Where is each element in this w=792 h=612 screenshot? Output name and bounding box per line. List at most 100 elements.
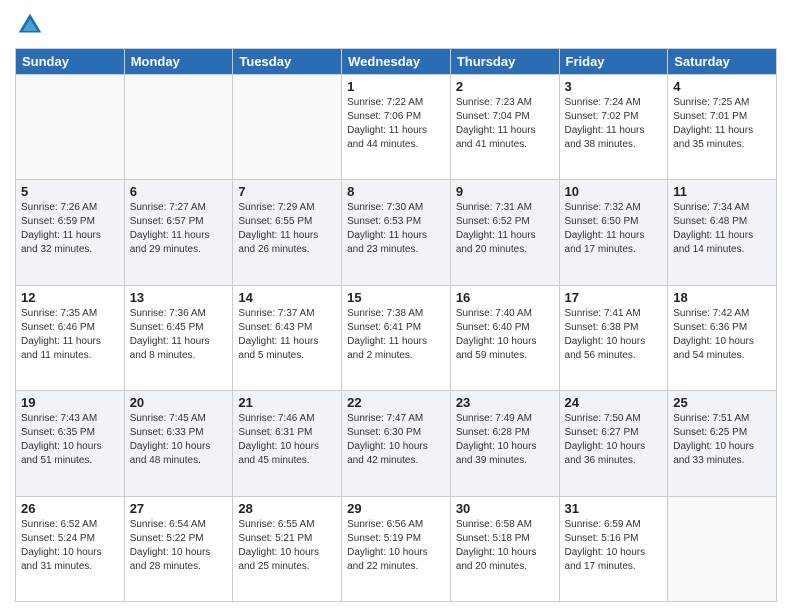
- day-info: Sunrise: 7:47 AM Sunset: 6:30 PM Dayligh…: [347, 412, 445, 468]
- calendar-cell: 6 Sunrise: 7:27 AM Sunset: 6:57 PM Daylig…: [124, 180, 233, 285]
- day-number: 3: [565, 79, 663, 94]
- calendar-cell: 22 Sunrise: 7:47 AM Sunset: 6:30 PM Dayli…: [342, 391, 451, 496]
- day-number: 10: [565, 184, 663, 199]
- day-number: 28: [238, 501, 336, 516]
- calendar-cell: 4 Sunrise: 7:25 AM Sunset: 7:01 PM Daylig…: [668, 75, 777, 180]
- day-info: Sunrise: 7:29 AM Sunset: 6:55 PM Dayligh…: [238, 201, 336, 257]
- calendar-cell: 30 Sunrise: 6:58 AM Sunset: 5:18 PM Dayli…: [450, 496, 559, 601]
- calendar-cell: [124, 75, 233, 180]
- day-info: Sunrise: 7:31 AM Sunset: 6:52 PM Dayligh…: [456, 201, 554, 257]
- calendar-cell: 5 Sunrise: 7:26 AM Sunset: 6:59 PM Daylig…: [16, 180, 125, 285]
- weekday-header-monday: Monday: [124, 49, 233, 75]
- day-number: 24: [565, 395, 663, 410]
- generalblue-logo-icon: [15, 10, 45, 40]
- calendar-cell: 18 Sunrise: 7:42 AM Sunset: 6:36 PM Dayli…: [668, 285, 777, 390]
- day-info: Sunrise: 7:23 AM Sunset: 7:04 PM Dayligh…: [456, 96, 554, 152]
- day-number: 7: [238, 184, 336, 199]
- day-number: 31: [565, 501, 663, 516]
- day-info: Sunrise: 7:46 AM Sunset: 6:31 PM Dayligh…: [238, 412, 336, 468]
- day-number: 17: [565, 290, 663, 305]
- day-info: Sunrise: 6:52 AM Sunset: 5:24 PM Dayligh…: [21, 518, 119, 574]
- day-number: 15: [347, 290, 445, 305]
- day-info: Sunrise: 7:45 AM Sunset: 6:33 PM Dayligh…: [130, 412, 228, 468]
- calendar-cell: 27 Sunrise: 6:54 AM Sunset: 5:22 PM Dayli…: [124, 496, 233, 601]
- day-info: Sunrise: 7:43 AM Sunset: 6:35 PM Dayligh…: [21, 412, 119, 468]
- day-info: Sunrise: 7:26 AM Sunset: 6:59 PM Dayligh…: [21, 201, 119, 257]
- day-info: Sunrise: 7:32 AM Sunset: 6:50 PM Dayligh…: [565, 201, 663, 257]
- page: SundayMondayTuesdayWednesdayThursdayFrid…: [0, 0, 792, 612]
- day-info: Sunrise: 7:37 AM Sunset: 6:43 PM Dayligh…: [238, 307, 336, 363]
- day-info: Sunrise: 6:59 AM Sunset: 5:16 PM Dayligh…: [565, 518, 663, 574]
- calendar-cell: 2 Sunrise: 7:23 AM Sunset: 7:04 PM Daylig…: [450, 75, 559, 180]
- day-info: Sunrise: 6:54 AM Sunset: 5:22 PM Dayligh…: [130, 518, 228, 574]
- calendar-cell: [16, 75, 125, 180]
- day-info: Sunrise: 6:58 AM Sunset: 5:18 PM Dayligh…: [456, 518, 554, 574]
- calendar-cell: 29Sunrise: 6:56 AM Sunset: 5:19 PM Dayli…: [342, 496, 451, 601]
- calendar-cell: 25 Sunrise: 7:51 AM Sunset: 6:25 PM Dayli…: [668, 391, 777, 496]
- day-info: Sunrise: 7:35 AM Sunset: 6:46 PM Dayligh…: [21, 307, 119, 363]
- calendar-cell: 3Sunrise: 7:24 AM Sunset: 7:02 PM Daylig…: [559, 75, 668, 180]
- calendar-cell: 23Sunrise: 7:49 AM Sunset: 6:28 PM Dayli…: [450, 391, 559, 496]
- day-number: 4: [673, 79, 771, 94]
- calendar-table: SundayMondayTuesdayWednesdayThursdayFrid…: [15, 48, 777, 602]
- day-info: Sunrise: 7:30 AM Sunset: 6:53 PM Dayligh…: [347, 201, 445, 257]
- day-info: Sunrise: 6:55 AM Sunset: 5:21 PM Dayligh…: [238, 518, 336, 574]
- day-info: Sunrise: 7:36 AM Sunset: 6:45 PM Dayligh…: [130, 307, 228, 363]
- calendar-cell: 28 Sunrise: 6:55 AM Sunset: 5:21 PM Dayli…: [233, 496, 342, 601]
- weekday-header-tuesday: Tuesday: [233, 49, 342, 75]
- day-number: 12: [21, 290, 119, 305]
- day-number: 25: [673, 395, 771, 410]
- calendar-cell: 20 Sunrise: 7:45 AM Sunset: 6:33 PM Dayli…: [124, 391, 233, 496]
- week-row-4: 19 Sunrise: 7:43 AM Sunset: 6:35 PM Dayli…: [16, 391, 777, 496]
- logo: [15, 10, 49, 40]
- weekday-header-thursday: Thursday: [450, 49, 559, 75]
- calendar-cell: 13 Sunrise: 7:36 AM Sunset: 6:45 PM Dayli…: [124, 285, 233, 390]
- day-number: 20: [130, 395, 228, 410]
- calendar-cell: 26 Sunrise: 6:52 AM Sunset: 5:24 PM Dayli…: [16, 496, 125, 601]
- day-info: Sunrise: 7:51 AM Sunset: 6:25 PM Dayligh…: [673, 412, 771, 468]
- day-number: 16: [456, 290, 554, 305]
- day-info: Sunrise: 7:40 AM Sunset: 6:40 PM Dayligh…: [456, 307, 554, 363]
- day-number: 19: [21, 395, 119, 410]
- week-row-1: 1 Sunrise: 7:22 AM Sunset: 7:06 PM Daylig…: [16, 75, 777, 180]
- calendar-cell: 17Sunrise: 7:41 AM Sunset: 6:38 PM Dayli…: [559, 285, 668, 390]
- day-number: 22: [347, 395, 445, 410]
- day-number: 18: [673, 290, 771, 305]
- day-number: 23: [456, 395, 554, 410]
- day-info: Sunrise: 7:34 AM Sunset: 6:48 PM Dayligh…: [673, 201, 771, 257]
- day-info: Sunrise: 7:42 AM Sunset: 6:36 PM Dayligh…: [673, 307, 771, 363]
- day-number: 30: [456, 501, 554, 516]
- day-info: Sunrise: 7:50 AM Sunset: 6:27 PM Dayligh…: [565, 412, 663, 468]
- day-number: 21: [238, 395, 336, 410]
- calendar-cell: 15Sunrise: 7:38 AM Sunset: 6:41 PM Dayli…: [342, 285, 451, 390]
- day-number: 8: [347, 184, 445, 199]
- day-number: 26: [21, 501, 119, 516]
- calendar-cell: 14Sunrise: 7:37 AM Sunset: 6:43 PM Dayli…: [233, 285, 342, 390]
- calendar-cell: 24 Sunrise: 7:50 AM Sunset: 6:27 PM Dayli…: [559, 391, 668, 496]
- calendar-cell: [668, 496, 777, 601]
- weekday-header-friday: Friday: [559, 49, 668, 75]
- day-number: 9: [456, 184, 554, 199]
- calendar-cell: 7 Sunrise: 7:29 AM Sunset: 6:55 PM Daylig…: [233, 180, 342, 285]
- day-number: 6: [130, 184, 228, 199]
- calendar-cell: 19 Sunrise: 7:43 AM Sunset: 6:35 PM Dayli…: [16, 391, 125, 496]
- week-row-3: 12 Sunrise: 7:35 AM Sunset: 6:46 PM Dayli…: [16, 285, 777, 390]
- day-number: 13: [130, 290, 228, 305]
- day-number: 1: [347, 79, 445, 94]
- calendar-cell: 31 Sunrise: 6:59 AM Sunset: 5:16 PM Dayli…: [559, 496, 668, 601]
- calendar-cell: 21 Sunrise: 7:46 AM Sunset: 6:31 PM Dayli…: [233, 391, 342, 496]
- day-info: Sunrise: 7:25 AM Sunset: 7:01 PM Dayligh…: [673, 96, 771, 152]
- day-info: Sunrise: 7:22 AM Sunset: 7:06 PM Dayligh…: [347, 96, 445, 152]
- week-row-5: 26 Sunrise: 6:52 AM Sunset: 5:24 PM Dayli…: [16, 496, 777, 601]
- day-info: Sunrise: 7:27 AM Sunset: 6:57 PM Dayligh…: [130, 201, 228, 257]
- calendar-cell: 1 Sunrise: 7:22 AM Sunset: 7:06 PM Daylig…: [342, 75, 451, 180]
- weekday-header-sunday: Sunday: [16, 49, 125, 75]
- day-number: 27: [130, 501, 228, 516]
- calendar-cell: 11 Sunrise: 7:34 AM Sunset: 6:48 PM Dayli…: [668, 180, 777, 285]
- day-number: 11: [673, 184, 771, 199]
- weekday-header-wednesday: Wednesday: [342, 49, 451, 75]
- week-row-2: 5 Sunrise: 7:26 AM Sunset: 6:59 PM Daylig…: [16, 180, 777, 285]
- calendar-cell: [233, 75, 342, 180]
- day-number: 2: [456, 79, 554, 94]
- day-number: 5: [21, 184, 119, 199]
